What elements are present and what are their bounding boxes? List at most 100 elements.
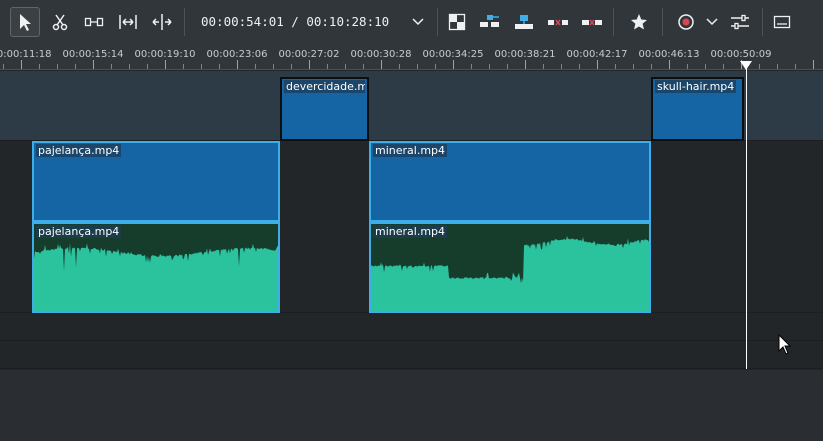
ruler-tick-label: 00:00:38:21 <box>494 49 556 60</box>
ruler-tick-label: 00:00:11:18 <box>0 49 52 60</box>
ruler-tick <box>363 64 364 69</box>
ruler-tick <box>453 60 454 69</box>
ruler-tick-label: 00:00:50:09 <box>710 49 772 60</box>
audio-track-2[interactable] <box>0 314 823 341</box>
extract-zone-icon <box>582 19 602 26</box>
ruler-tick-label: 00:00:23:06 <box>206 49 268 60</box>
ruler-tick <box>633 64 634 69</box>
toolbar-separator <box>437 8 438 36</box>
lift-zone-button[interactable] <box>543 7 573 37</box>
ruler-tick <box>165 60 166 69</box>
ruler-tick <box>75 64 76 69</box>
insert-clip-button[interactable] <box>475 7 505 37</box>
favorite-star-icon <box>631 14 647 30</box>
mouse-cursor-icon <box>778 334 792 355</box>
ripple-tool-icon <box>119 15 137 29</box>
ruler-tick <box>489 64 490 69</box>
timeline-empty-area[interactable] <box>0 370 823 441</box>
ruler-tick <box>111 64 112 69</box>
clip-label: pajelança.mp4 <box>36 144 122 157</box>
toolbar-separator <box>662 8 663 36</box>
ruler-tick <box>39 64 40 69</box>
razor-tool-icon <box>52 14 68 31</box>
ruler-tick <box>57 64 58 69</box>
chevron-down-icon <box>412 18 424 26</box>
audio-clip-selected[interactable]: mineral.mp4 <box>369 222 651 313</box>
ruler-tick <box>471 64 472 69</box>
playhead-handle[interactable] <box>740 61 752 70</box>
audio-clip-selected[interactable]: pajelança.mp4 <box>32 222 280 313</box>
slip-tool-button[interactable] <box>147 7 177 37</box>
ruler-tick-label: 00:00:15:14 <box>62 49 124 60</box>
insert-clip-icon <box>480 15 499 27</box>
video-clip[interactable]: skull-hair.mp4 <box>651 77 744 141</box>
timecode-display[interactable]: 00:00:54:01 / 00:10:28:10 <box>201 14 389 29</box>
ruler-tick <box>561 64 562 69</box>
ruler-tick <box>723 64 724 69</box>
ruler-tick <box>309 60 310 69</box>
ruler-tick <box>237 60 238 69</box>
ripple-tool-button[interactable] <box>113 7 143 37</box>
ruler-tick <box>273 64 274 69</box>
ruler-tick <box>399 64 400 69</box>
ruler-tick-label: 00:00:19:10 <box>134 49 196 60</box>
toolbar-separator <box>762 8 763 36</box>
spacer-tool-icon <box>84 17 104 27</box>
waveform-shape <box>371 235 649 311</box>
timeline-settings-icon <box>731 14 749 30</box>
overwrite-clip-icon <box>515 15 533 29</box>
ruler-tick <box>651 64 652 69</box>
toolbar-separator <box>184 8 185 36</box>
lift-zone-icon <box>548 19 568 26</box>
ruler-tick <box>777 64 778 69</box>
audio-track-3[interactable] <box>0 342 823 369</box>
timeline-settings-button[interactable] <box>725 7 755 37</box>
ruler-tick <box>201 64 202 69</box>
split-audio-button[interactable] <box>442 7 472 37</box>
ruler-tick <box>669 60 670 69</box>
ruler-tick <box>705 64 706 69</box>
playhead-line[interactable] <box>746 62 747 369</box>
video-clip-selected[interactable]: pajelança.mp4 <box>32 141 280 222</box>
toolbar-separator <box>613 8 614 36</box>
timeline-toolbar: 00:00:54:01 / 00:10:28:10 <box>0 0 823 46</box>
select-tool-icon <box>20 14 31 31</box>
time-ruler[interactable]: 00:00:11:18 00:00:15:14 00:00:19:10 00:0… <box>0 46 823 70</box>
clip-label: devercidade.mp4 <box>284 80 365 93</box>
clip-label: skull-hair.mp4 <box>655 80 737 93</box>
ruler-tick <box>579 64 580 69</box>
ruler-tick <box>759 64 760 69</box>
select-tool-button[interactable] <box>10 7 40 37</box>
razor-tool-button[interactable] <box>45 7 75 37</box>
ruler-tick <box>255 64 256 69</box>
ruler-tick <box>687 64 688 69</box>
video-clip[interactable]: devercidade.mp4 <box>280 77 369 141</box>
ruler-tick-label: 00:00:27:02 <box>278 49 340 60</box>
slip-tool-icon <box>152 14 172 30</box>
ruler-tick <box>147 64 148 69</box>
ruler-tick <box>327 64 328 69</box>
ruler-tick-label: 00:00:34:25 <box>422 49 484 60</box>
ruler-tick <box>795 64 796 69</box>
ruler-tick <box>219 64 220 69</box>
record-button[interactable] <box>671 7 701 37</box>
ruler-tick <box>525 60 526 69</box>
split-audio-icon <box>448 13 466 31</box>
overwrite-clip-button[interactable] <box>509 7 539 37</box>
ruler-tick <box>615 64 616 69</box>
subtitle-track-icon <box>773 15 791 29</box>
video-clip-selected[interactable]: mineral.mp4 <box>369 141 651 222</box>
spacer-tool-button[interactable] <box>79 7 109 37</box>
clip-label: mineral.mp4 <box>373 225 448 238</box>
ruler-tick <box>183 64 184 69</box>
favorite-button[interactable] <box>624 7 654 37</box>
ruler-tick-label: 00:00:46:13 <box>638 49 700 60</box>
ruler-tick <box>435 64 436 69</box>
timecode-menu-button[interactable] <box>403 7 433 37</box>
ruler-tick <box>129 64 130 69</box>
record-menu-button[interactable] <box>698 7 726 37</box>
ruler-tick <box>291 64 292 69</box>
extract-zone-button[interactable] <box>577 7 607 37</box>
subtitle-track-button[interactable] <box>767 7 797 37</box>
ruler-tick <box>21 60 22 69</box>
